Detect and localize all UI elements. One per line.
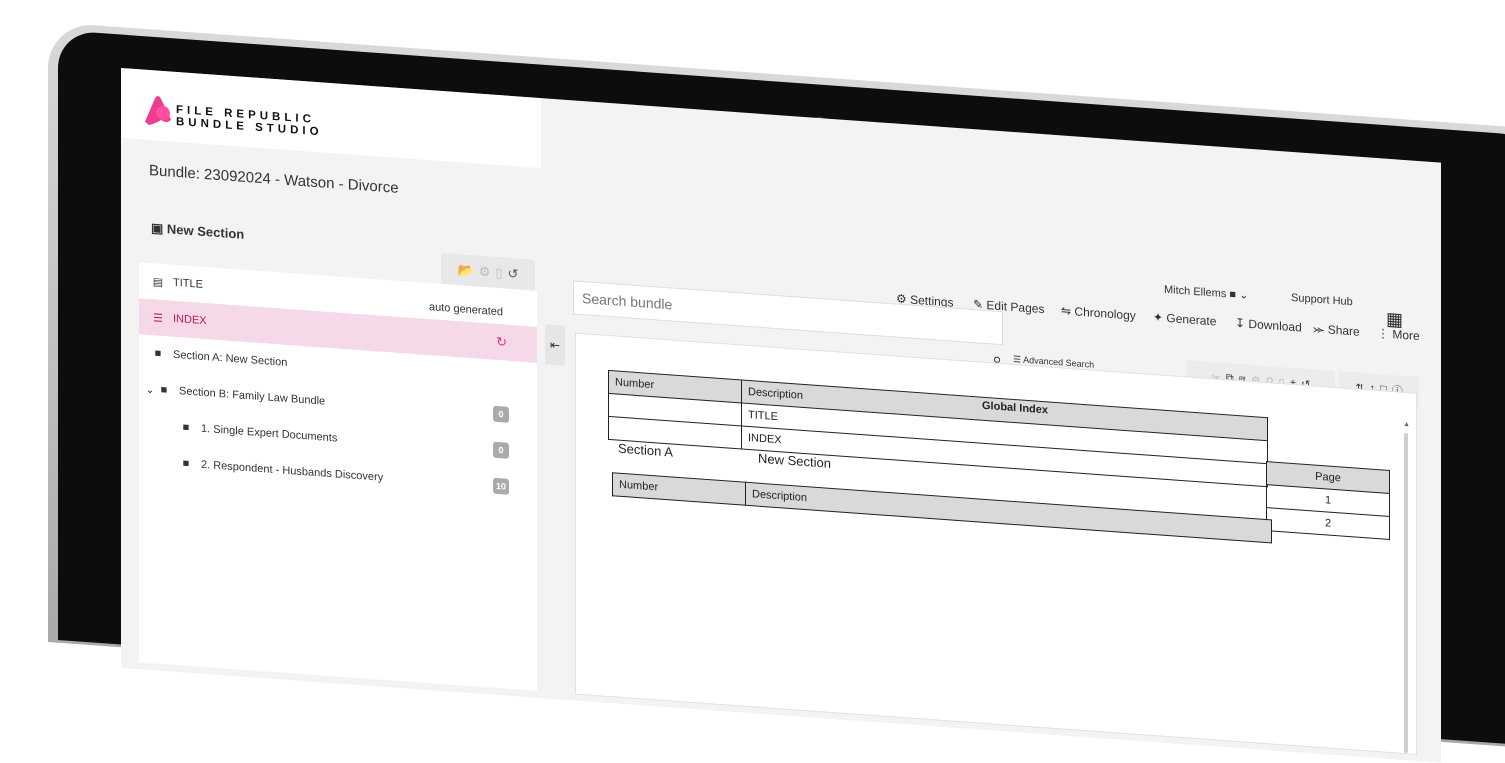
logo-icon bbox=[145, 96, 171, 126]
collapse-sidebar-button[interactable]: ⇤ bbox=[545, 324, 565, 366]
share-button[interactable]: ⪼ Share bbox=[1313, 321, 1360, 339]
user-icon: ■ bbox=[1229, 288, 1237, 301]
page-table: Page 1 2 bbox=[1266, 461, 1390, 540]
more-vertical-icon: ⋮ bbox=[1377, 326, 1389, 341]
share-icon: ⪼ bbox=[1313, 321, 1325, 337]
undo-icon[interactable]: ↺ bbox=[508, 266, 519, 283]
support-hub-link[interactable]: Support Hub bbox=[1291, 292, 1353, 308]
section-header-number: Number bbox=[612, 472, 746, 506]
app-screen: FILE REPUBLIC BUNDLE STUDIO Bundle: 2309… bbox=[121, 68, 1441, 763]
search-input[interactable] bbox=[573, 280, 1003, 346]
chevron-down-icon[interactable]: ⌄ bbox=[143, 382, 157, 396]
logo-text: FILE REPUBLIC BUNDLE STUDIO bbox=[176, 103, 323, 139]
file-icon: ▤ bbox=[152, 275, 164, 289]
user-name: Mitch Ellems bbox=[1164, 283, 1227, 301]
section-header-description: Description bbox=[745, 482, 1272, 543]
chevron-down-icon: ⌄ bbox=[1239, 289, 1249, 302]
folder-plus-icon: ▣ bbox=[151, 220, 164, 237]
folder-icon: ■ bbox=[182, 457, 190, 470]
new-section-button[interactable]: ▣ New Section bbox=[151, 220, 244, 243]
folder-open-icon: ■ bbox=[160, 383, 168, 397]
list-icon: ☰ bbox=[153, 311, 163, 325]
count-badge: 10 bbox=[493, 477, 509, 495]
section-a-table: Number Description bbox=[612, 472, 1272, 543]
folder-icon: ■ bbox=[154, 347, 162, 360]
gear-icon[interactable]: ⚙ bbox=[479, 264, 491, 281]
trash-icon[interactable]: ▯ bbox=[495, 265, 502, 282]
folder-open-icon[interactable]: 📂 bbox=[458, 262, 474, 279]
index-table: Number Description Global Index TITLE IN… bbox=[608, 370, 1268, 487]
download-icon: ↧ bbox=[1235, 315, 1246, 331]
global-index-title: Global Index bbox=[982, 399, 1049, 417]
chronology-icon: ⇋ bbox=[1061, 303, 1072, 319]
download-button[interactable]: ↧ Download bbox=[1235, 316, 1302, 335]
section-a-label: Section A bbox=[618, 440, 673, 460]
chronology-button[interactable]: ⇋ Chronology bbox=[1061, 303, 1136, 322]
count-badge: 0 bbox=[493, 405, 509, 423]
generate-button[interactable]: ✦ Generate bbox=[1153, 310, 1216, 329]
count-badge: 0 bbox=[493, 441, 509, 459]
sliders-icon: ☰ bbox=[1013, 353, 1022, 365]
magic-wand-icon: ✦ bbox=[1153, 309, 1164, 325]
refresh-icon[interactable]: ↻ bbox=[496, 334, 507, 351]
user-menu[interactable]: Mitch Ellems ■ ⌄ bbox=[1164, 283, 1248, 302]
section-tree: ▤ TITLE auto generated ☰ INDEX ↻ ■ Secti… bbox=[139, 262, 537, 691]
scrollbar[interactable] bbox=[1404, 432, 1408, 754]
bundle-title: Bundle: 23092024 - Watson - Divorce bbox=[149, 162, 399, 197]
auto-generated-note: auto generated bbox=[428, 301, 503, 319]
document-preview: ▲ Number Description Global Index TITLE … bbox=[575, 332, 1417, 755]
scroll-up-icon[interactable]: ▲ bbox=[1403, 421, 1410, 428]
folder-icon: ■ bbox=[182, 421, 190, 434]
more-button[interactable]: ⋮ More bbox=[1377, 326, 1420, 343]
